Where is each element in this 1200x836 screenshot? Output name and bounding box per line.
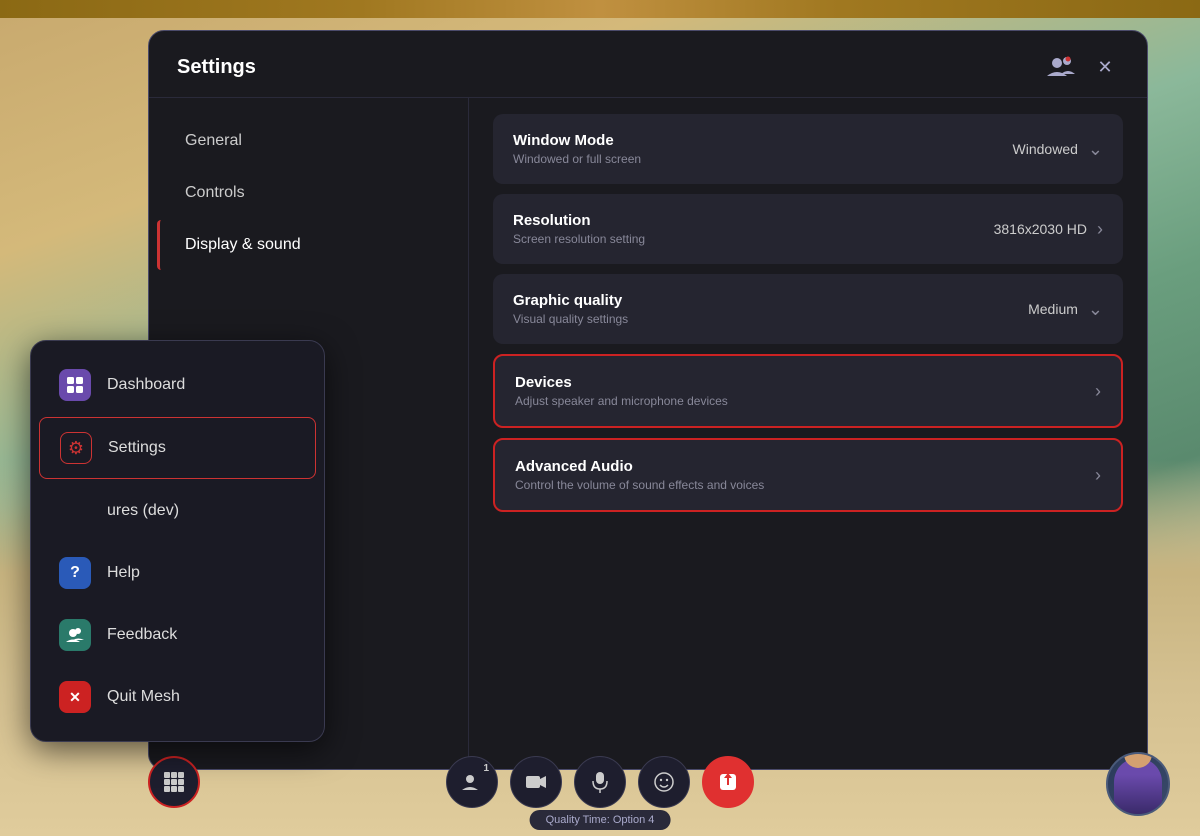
settings-title: Settings xyxy=(177,56,256,79)
window-mode-value: Windowed xyxy=(1013,141,1078,157)
help-label: Help xyxy=(107,564,140,582)
status-bar: Quality Time: Option 4 xyxy=(530,810,671,830)
sidebar-item-general[interactable]: General xyxy=(157,116,460,166)
taskbar-people-button[interactable]: 1 xyxy=(446,756,498,808)
feedback-icon xyxy=(59,619,91,651)
chevron-down-icon: ⌄ xyxy=(1088,139,1103,160)
menu-item-settings[interactable]: ⚙ Settings xyxy=(39,417,316,479)
avatar-figure xyxy=(1114,758,1162,814)
resolution-row[interactable]: Resolution Screen resolution setting 381… xyxy=(493,194,1123,264)
chevron-right-icon-3: › xyxy=(1095,465,1101,486)
graphic-quality-title: Graphic quality xyxy=(513,292,1028,309)
avatar[interactable] xyxy=(1106,752,1170,816)
advanced-audio-title: Advanced Audio xyxy=(515,458,1095,475)
menu-item-feedback[interactable]: Feedback xyxy=(39,605,316,665)
graphic-quality-subtitle: Visual quality settings xyxy=(513,312,1028,326)
sidebar-item-display-sound[interactable]: Display & sound xyxy=(157,220,460,270)
grid-button[interactable] xyxy=(148,756,200,808)
dashboard-icon xyxy=(59,369,91,401)
avatar-head xyxy=(1124,752,1152,768)
quit-icon: ✕ xyxy=(59,681,91,713)
quit-label: Quit Mesh xyxy=(107,688,180,706)
chevron-right-icon: › xyxy=(1097,219,1103,240)
graphic-quality-row[interactable]: Graphic quality Visual quality settings … xyxy=(493,274,1123,344)
settings-content: Window Mode Windowed or full screen Wind… xyxy=(469,98,1147,768)
features-label: ures (dev) xyxy=(107,502,179,520)
graphic-quality-value: Medium xyxy=(1028,301,1078,317)
status-text: Quality Time: Option 4 xyxy=(546,814,655,826)
feedback-label: Feedback xyxy=(107,626,177,644)
ceiling xyxy=(0,0,1200,18)
menu-item-help[interactable]: ? Help xyxy=(39,543,316,603)
people-count: 1 xyxy=(483,763,489,774)
advanced-audio-row[interactable]: Advanced Audio Control the volume of sou… xyxy=(493,438,1123,512)
advanced-audio-subtitle: Control the volume of sound effects and … xyxy=(515,478,1095,492)
help-icon: ? xyxy=(59,557,91,589)
devices-subtitle: Adjust speaker and microphone devices xyxy=(515,394,1095,408)
settings-label: Settings xyxy=(108,439,166,457)
context-menu: Dashboard ⚙ Settings ures (dev) ? Help F… xyxy=(30,340,325,742)
taskbar-camera-button[interactable] xyxy=(510,756,562,808)
devices-title: Devices xyxy=(515,374,1095,391)
chevron-right-icon-2: › xyxy=(1095,381,1101,402)
settings-header: Settings ✕ xyxy=(149,31,1147,98)
window-mode-row[interactable]: Window Mode Windowed or full screen Wind… xyxy=(493,114,1123,184)
window-mode-subtitle: Windowed or full screen xyxy=(513,152,1013,166)
menu-item-quit[interactable]: ✕ Quit Mesh xyxy=(39,667,316,727)
taskbar: 1 xyxy=(446,756,754,808)
features-icon xyxy=(59,495,91,527)
dashboard-label: Dashboard xyxy=(107,376,185,394)
menu-item-dashboard[interactable]: Dashboard xyxy=(39,355,316,415)
window-mode-title: Window Mode xyxy=(513,132,1013,149)
taskbar-mic-button[interactable] xyxy=(574,756,626,808)
settings-icon: ⚙ xyxy=(60,432,92,464)
resolution-value: 3816x2030 HD xyxy=(994,221,1087,237)
taskbar-emoji-button[interactable] xyxy=(638,756,690,808)
resolution-title: Resolution xyxy=(513,212,994,229)
people-icon[interactable] xyxy=(1047,53,1075,81)
sidebar-item-controls[interactable]: Controls xyxy=(157,168,460,218)
menu-item-features[interactable]: ures (dev) xyxy=(39,481,316,541)
chevron-down-icon-2: ⌄ xyxy=(1088,299,1103,320)
resolution-subtitle: Screen resolution setting xyxy=(513,232,994,246)
devices-row[interactable]: Devices Adjust speaker and microphone de… xyxy=(493,354,1123,428)
close-button[interactable]: ✕ xyxy=(1091,53,1119,81)
settings-header-icons: ✕ xyxy=(1047,53,1119,81)
taskbar-share-button[interactable] xyxy=(702,756,754,808)
